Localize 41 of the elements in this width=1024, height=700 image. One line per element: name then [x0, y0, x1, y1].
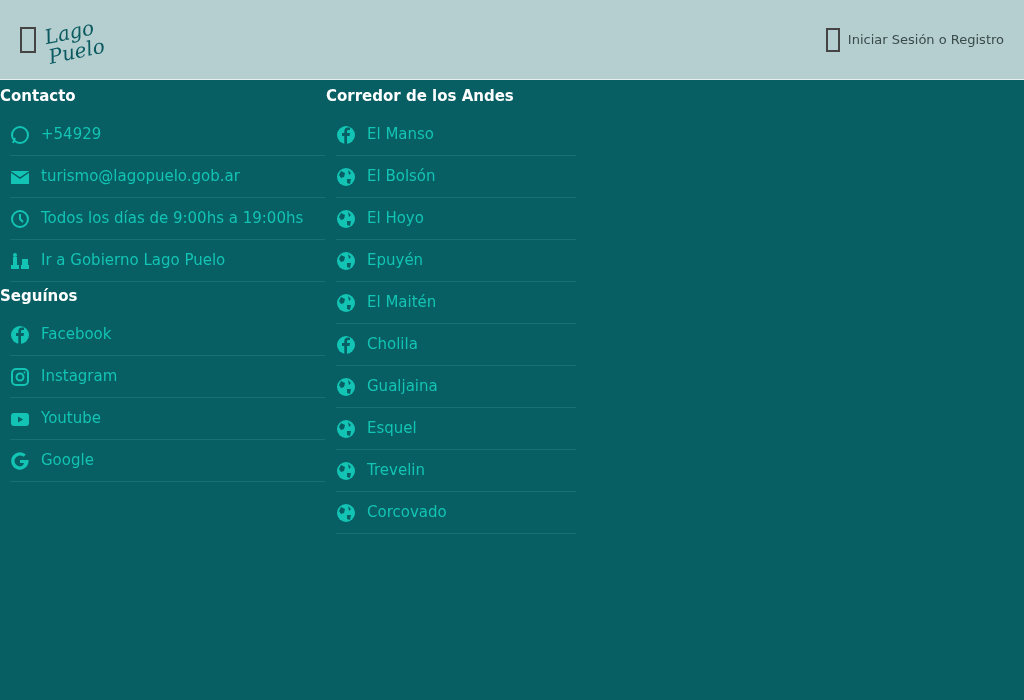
globe-icon: [336, 376, 356, 397]
footer-link[interactable]: Esquel: [336, 408, 576, 450]
globe-icon: [336, 250, 356, 271]
footer-link[interactable]: turismo@lagopuelo.gob.ar: [10, 156, 325, 198]
footer-link[interactable]: El Hoyo: [336, 198, 576, 240]
section-heading: Seguínos: [0, 288, 79, 304]
footer-link[interactable]: El Manso: [336, 114, 576, 156]
globe-icon: [336, 208, 356, 229]
section-heading: Corredor de los Andes: [326, 88, 515, 104]
footer-link[interactable]: Google: [10, 440, 325, 482]
footer-link[interactable]: Youtube: [10, 398, 325, 440]
chat-bubble-icon: [10, 124, 30, 145]
login-link[interactable]: Iniciar Sesión o Registro: [825, 27, 1004, 52]
globe-icon: [336, 292, 356, 313]
footer-link[interactable]: El Maitén: [336, 282, 576, 324]
footer-link[interactable]: Gualjaina: [336, 366, 576, 408]
facebook-icon: [336, 124, 356, 145]
clock-icon: [10, 208, 30, 229]
footer-link[interactable]: Trevelin: [336, 450, 576, 492]
globe-icon: [336, 502, 356, 523]
footer-link[interactable]: Cholila: [336, 324, 576, 366]
chess-pieces-icon: [10, 250, 30, 271]
footer-link[interactable]: +54929: [10, 114, 325, 156]
footer-link[interactable]: Todos los días de 9:00hs a 19:00hs: [10, 198, 325, 240]
facebook-icon: [336, 334, 356, 355]
footer-link[interactable]: Instagram: [10, 356, 325, 398]
google-icon: [10, 450, 30, 471]
footer-link[interactable]: Corcovado: [336, 492, 576, 534]
instagram-icon: [10, 366, 30, 387]
footer-link[interactable]: Ir a Gobierno Lago Puelo: [10, 240, 325, 282]
logo[interactable]: Lago Puelo: [42, 12, 120, 67]
globe-icon: [336, 460, 356, 481]
missing-glyph-icon: [825, 27, 840, 52]
footer-link[interactable]: El Bolsón: [336, 156, 576, 198]
globe-icon: [336, 166, 356, 187]
footer-link[interactable]: Facebook: [10, 314, 325, 356]
missing-glyph-icon[interactable]: [20, 26, 36, 53]
globe-icon: [336, 418, 356, 439]
section-heading: Contacto: [0, 88, 77, 104]
facebook-icon: [10, 324, 30, 345]
footer-link[interactable]: Epuyén: [336, 240, 576, 282]
